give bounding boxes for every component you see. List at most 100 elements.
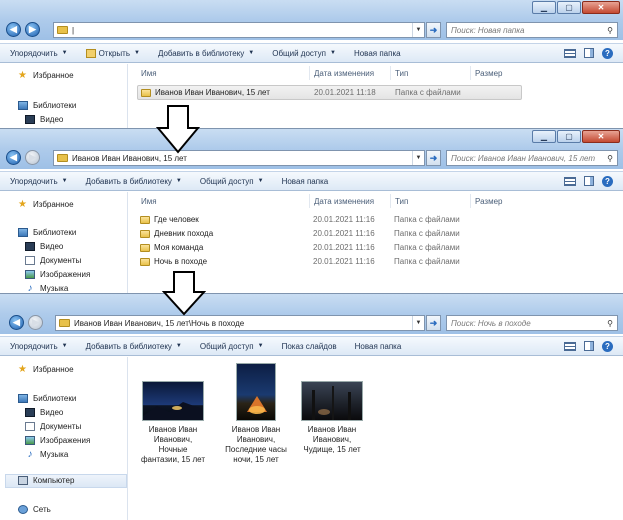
documents-icon [25,256,35,265]
table-row[interactable]: Ночь в походе 20.01.2021 11:16 Папка с ф… [137,255,522,268]
close-button[interactable]: ✕ [582,1,620,14]
address-bar[interactable]: Иванов Иван Иванович, 15 лет ▼ [53,150,425,166]
maximize-button[interactable]: ▢ [557,1,581,14]
column-date-header[interactable]: Дата изменения [314,194,374,208]
organize-menu[interactable]: Упорядочить ▼ [10,49,68,58]
photo-campfire [236,363,276,421]
nav-video[interactable]: Видео [25,242,63,251]
folder-icon [57,154,68,162]
open-button[interactable]: Открыть ▼ [85,48,140,58]
table-row[interactable]: Дневник похода 20.01.2021 11:16 Папка с … [137,227,522,240]
file-thumbnail[interactable]: Иванов Иван Иванович, Последние часы ноч… [220,363,292,465]
folder-icon [57,26,68,34]
nav-music[interactable]: ♪ Музыка [25,449,69,460]
column-separator [390,194,391,208]
column-type-header[interactable]: Тип [395,194,408,208]
column-separator [470,66,471,80]
search-icon: ⚲ [607,25,613,35]
search-input[interactable]: Поиск: Ночь в походе ⚲ [446,315,618,331]
back-button[interactable]: ◀ [6,150,21,165]
window-controls: ▁ ▢ ✕ [531,130,620,144]
forward-button[interactable]: ▶ [25,150,40,165]
chevron-down-icon[interactable]: ▼ [412,316,424,330]
search-input[interactable]: Поиск: Новая папка ⚲ [446,22,618,38]
minimize-button[interactable]: ▁ [532,1,556,14]
new-folder-button[interactable]: Новая папка [282,177,329,186]
preview-pane-icon[interactable] [584,48,594,58]
view-list-icon[interactable] [564,176,576,186]
column-size-header[interactable]: Размер [475,194,503,208]
nav-documents[interactable]: Документы [25,256,81,265]
new-folder-button[interactable]: Новая папка [355,342,402,351]
search-input[interactable]: Поиск: Иванов Иван Иванович, 15 лет ⚲ [446,150,618,166]
nav-libraries[interactable]: Библиотеки [18,101,76,110]
new-folder-button[interactable]: Новая папка [354,49,401,58]
help-icon[interactable]: ? [602,47,613,59]
add-to-library-menu[interactable]: Добавить в библиотеку ▼ [86,177,182,186]
add-to-library-menu[interactable]: Добавить в библиотеку ▼ [86,342,182,351]
nav-libraries[interactable]: Библиотеки [18,394,76,403]
table-row[interactable]: Моя команда 20.01.2021 11:16 Папка с фай… [137,241,522,254]
file-thumbnail[interactable]: Иванов Иван Иванович, Чудище, 15 лет [296,381,368,455]
nav-favorites[interactable]: ★ Избранное [18,70,74,81]
nav-documents[interactable]: Документы [25,422,81,431]
chevron-down-icon: ▼ [175,343,182,349]
column-date-header[interactable]: Дата изменения [314,66,374,80]
go-button[interactable]: ➜ [426,22,441,38]
nav-images[interactable]: Изображения [25,436,90,445]
nav-images[interactable]: Изображения [25,270,90,279]
view-icons-icon[interactable] [564,341,576,351]
table-row[interactable]: Где человек 20.01.2021 11:16 Папка с фай… [137,213,522,226]
forward-button[interactable]: ▶ [25,22,40,37]
nav-favorites[interactable]: ★ Избранное [18,365,74,375]
folder-icon [140,229,150,238]
column-separator [309,66,310,80]
forward-button[interactable]: ▶ [28,315,43,330]
organize-menu[interactable]: Упорядочить ▼ [10,342,68,351]
table-row[interactable]: Иванов Иван Иванович, 15 лет 20.01.2021 … [137,85,522,100]
column-name-header[interactable]: Имя [141,66,157,80]
help-icon[interactable]: ? [602,340,613,352]
folder-icon [141,88,151,97]
chevron-down-icon: ▼ [175,178,182,184]
chevron-down-icon[interactable]: ▼ [412,23,424,37]
folder-icon [140,215,150,224]
maximize-button[interactable]: ▢ [557,130,581,143]
chevron-down-icon[interactable]: ▼ [412,151,424,165]
share-menu[interactable]: Общий доступ ▼ [200,342,264,351]
go-button[interactable]: ➜ [426,315,441,331]
column-type-header[interactable]: Тип [395,66,408,80]
preview-pane-icon[interactable] [584,176,594,186]
share-menu[interactable]: Общий доступ ▼ [272,49,336,58]
video-icon [25,115,35,124]
nav-music[interactable]: ♪ Музыка [25,283,69,294]
nav-computer[interactable]: Компьютер [18,476,74,485]
star-icon: ★ [18,70,27,81]
column-size-header[interactable]: Размер [475,66,503,80]
address-bar[interactable]: Иванов Иван Иванович, 15 лет\Ночь в похо… [55,315,425,331]
address-bar[interactable]: | ▼ [53,22,425,38]
nav-favorites[interactable]: ★ Избранное [18,200,74,210]
go-button[interactable]: ➜ [426,150,441,166]
preview-pane-icon[interactable] [584,341,594,351]
music-icon: ♪ [27,449,33,460]
share-menu[interactable]: Общий доступ ▼ [200,177,264,186]
nav-libraries[interactable]: Библиотеки [18,228,76,237]
down-arrow-icon [162,271,206,316]
view-list-icon[interactable] [564,48,576,58]
nav-network[interactable]: Сеть [18,505,51,514]
minimize-button[interactable]: ▁ [532,130,556,143]
organize-menu[interactable]: Упорядочить ▼ [10,177,68,186]
slideshow-button[interactable]: Показ слайдов [282,342,337,351]
column-name-header[interactable]: Имя [141,194,157,208]
back-button[interactable]: ◀ [9,315,24,330]
back-button[interactable]: ◀ [6,22,21,37]
file-thumbnail[interactable]: Иванов Иван Иванович, Ночные фантазии, 1… [137,381,209,465]
nav-video[interactable]: Видео [25,115,63,124]
nav-video[interactable]: Видео [25,408,63,417]
add-to-library-menu[interactable]: Добавить в библиотеку ▼ [158,49,254,58]
search-icon: ⚲ [607,318,613,328]
close-button[interactable]: ✕ [582,130,620,143]
music-icon: ♪ [27,283,33,294]
help-icon[interactable]: ? [602,175,613,187]
